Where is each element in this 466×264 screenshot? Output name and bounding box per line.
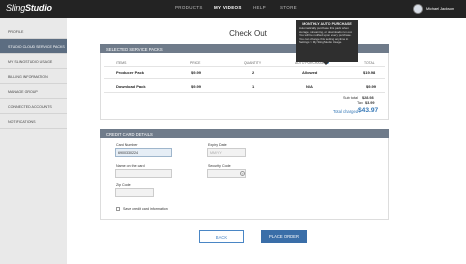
subtotal-label: Sub total [343, 96, 358, 100]
name-on-card-input[interactable] [115, 169, 172, 178]
subtotal-value: $28.98 [362, 96, 374, 100]
nav-my-videos[interactable]: MY VIDEOS [214, 5, 242, 10]
credit-card-header: CREDIT CARD DETAILS [100, 129, 389, 138]
sidebar-item-notifications[interactable]: NOTIFICATIONS [0, 114, 67, 129]
card-number-label: Card Number [116, 143, 138, 147]
sidebar-item-manage-group[interactable]: MANAGE GROUP [0, 84, 67, 99]
tax-value: $3.99 [365, 101, 375, 105]
save-card-label: Save credit card information [123, 207, 168, 211]
nav-products[interactable]: PRODUCTS [175, 5, 203, 10]
column-quantity: QUANTITY [244, 61, 262, 65]
zip-code-label: Zip Code [116, 183, 131, 187]
card-number-input[interactable]: 6900330224 [115, 148, 172, 157]
nav-store[interactable]: STORE [280, 5, 297, 10]
slingstudio-logo[interactable]: SlingStudio [6, 3, 52, 13]
row-item: Download Pack [116, 84, 146, 89]
name-on-card-label: Name on the card [116, 164, 145, 168]
sidebar-item-service-packs[interactable]: STUDIO CLOUD SERVICE PACKS [0, 39, 67, 54]
row-quantity: 2 [252, 70, 255, 75]
tax-label: Tax [357, 101, 363, 105]
sidebar-item-usage[interactable]: MY SLINGSTUDIO USAGE [0, 54, 67, 69]
save-card-checkbox[interactable] [116, 207, 120, 211]
row-auto: N/A [306, 84, 313, 89]
auto-purchase-tooltip: MONTHLY AUTO PURCHASE Automatically purc… [296, 20, 358, 65]
nav-help[interactable]: HELP [253, 5, 266, 10]
tooltip-arrow [323, 62, 329, 65]
page-title: Check Out [229, 29, 267, 38]
row-total: $19.98 [363, 70, 376, 75]
row-item: Producer Pack [116, 70, 145, 75]
total-charged-value: $43.97 [358, 107, 379, 114]
row-total: $9.99 [366, 84, 377, 89]
sidebar: PROFILE STUDIO CLOUD SERVICE PACKS MY SL… [0, 18, 67, 264]
column-total: TOTAL [364, 61, 375, 65]
expiry-date-input[interactable]: MM/YY [207, 148, 246, 157]
username[interactable]: Michael Jackson [426, 7, 454, 11]
sidebar-item-connected-accounts[interactable]: CONNECTED ACCOUNTS [0, 99, 67, 114]
divider [104, 92, 385, 93]
row-price: $9.99 [191, 84, 202, 89]
row-auto: Allowed [302, 70, 318, 75]
sidebar-item-billing[interactable]: BILLING INFORMATION [0, 69, 67, 84]
total-charged-label: Total charged [333, 109, 359, 114]
row-quantity: 1 [252, 84, 255, 89]
avatar[interactable] [413, 4, 423, 14]
row-price: $9.99 [191, 70, 202, 75]
back-button[interactable]: BACK [199, 230, 244, 243]
divider [104, 66, 385, 67]
expiry-date-label: Expiry Date [208, 143, 227, 147]
place-order-button[interactable]: PLACE ORDER [261, 230, 307, 243]
security-code-label: Security Code [208, 164, 231, 168]
column-price: PRICE [190, 61, 201, 65]
top-nav-bar: SlingStudio PRODUCTS MY VIDEOS HELP STOR… [0, 0, 466, 18]
zip-code-input[interactable] [115, 188, 154, 197]
sidebar-item-profile[interactable]: PROFILE [0, 24, 67, 39]
tooltip-body: Automatically purchase this pack when st… [299, 26, 353, 44]
help-icon[interactable]: ? [240, 171, 245, 176]
column-items: ITEMS [116, 61, 127, 65]
divider [104, 78, 385, 79]
